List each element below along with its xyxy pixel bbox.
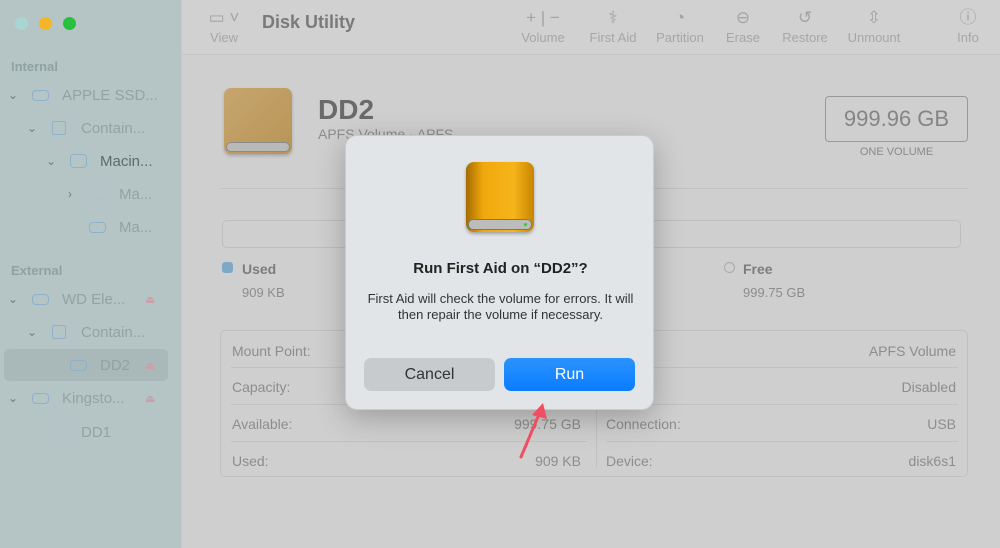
eject-icon[interactable]: ⏏ (145, 392, 155, 405)
info-value: Disabled (901, 379, 956, 395)
view-label: View (210, 30, 238, 45)
drive-icon (32, 392, 49, 404)
used-swatch (222, 262, 233, 273)
unmount-button[interactable]: ⇳ Unmount (844, 8, 904, 45)
drive-image-icon (466, 162, 534, 232)
sidebar-item-apple-ssd[interactable]: ⌄ APPLE SSD... (0, 84, 182, 106)
info-key: Device: (606, 453, 653, 469)
toolbar: ▭ ˅ View Disk Utility + | − Volume ⚕ First … (182, 0, 1000, 55)
partition-button[interactable]: ◔ Partition (652, 8, 708, 45)
sidebar: Internal ⌄ APPLE SSD... ⌄ Contain... ⌄ Maci… (0, 0, 182, 548)
sidebar-item-label: Ma... (119, 218, 153, 236)
info-value: APFS Volume (868, 343, 956, 359)
sidebar-item-container[interactable]: ⌄ Contain... (0, 117, 182, 139)
sidebar-toggle-icon: ▭ ˅ (208, 8, 240, 27)
chevron-down-icon[interactable]: ⌄ (7, 391, 19, 405)
sidebar-item-label: Macin... (100, 152, 153, 170)
size-caption: ONE VOLUME (859, 146, 934, 158)
free-label: Free (743, 261, 773, 277)
first-aid-button[interactable]: ⚕ First Aid (584, 8, 642, 45)
section-external: External (11, 263, 63, 278)
chevron-down-icon[interactable]: ⌄ (26, 121, 38, 135)
chevron-right-icon[interactable]: › (64, 187, 76, 201)
restore-icon: ↺ (797, 8, 813, 27)
sidebar-item-label: Contain... (81, 323, 146, 341)
stethoscope-icon: ⚕ (608, 8, 618, 27)
window-title: Disk Utility (262, 12, 356, 32)
used-value: 909 KB (242, 285, 285, 300)
drive-icon (89, 188, 106, 200)
cancel-button[interactable]: Cancel (364, 358, 495, 391)
annotation-arrow-icon (519, 403, 547, 459)
chevron-down-icon[interactable]: ⌄ (26, 325, 38, 339)
sidebar-item-wd-elements[interactable]: ⌄ WD Ele... ⏏ (0, 288, 182, 310)
eject-icon[interactable]: ⏏ (145, 359, 155, 372)
info-value: disk6s1 (908, 453, 956, 469)
drive-icon (51, 426, 68, 438)
sidebar-item-dd2[interactable]: DD2 ⏏ (0, 354, 182, 376)
run-button[interactable]: Run (504, 358, 635, 391)
chevron-down-icon[interactable]: ⌄ (7, 88, 19, 102)
volume-label: Volume (521, 30, 565, 45)
erase-label: Erase (726, 30, 760, 45)
zoom-button[interactable] (63, 17, 76, 30)
sidebar-item-ma-1[interactable]: › Ma... (0, 183, 182, 205)
volume-button[interactable]: + | − Volume (518, 8, 568, 45)
used-label: Used (242, 261, 277, 277)
sidebar-item-kingston[interactable]: ⌄ Kingsto... ⏏ (0, 387, 182, 409)
info-value: USB (927, 416, 956, 432)
section-internal: Internal (11, 59, 58, 74)
layers-icon (70, 154, 87, 168)
sidebar-item-label: WD Ele... (62, 290, 126, 308)
sidebar-item-ma-2[interactable]: Ma... (0, 216, 182, 238)
drive-icon (89, 221, 106, 233)
pie-chart-icon: ◔ (674, 8, 686, 27)
sidebar-item-macintosh[interactable]: ⌄ Macin... (0, 150, 182, 172)
sidebar-item-label: DD2 (100, 356, 131, 374)
restore-button[interactable]: ↺ Restore (779, 8, 831, 45)
info-key: Mount Point: (232, 343, 311, 359)
close-button[interactable] (15, 17, 28, 30)
eject-icon[interactable]: ⏏ (145, 293, 155, 306)
sidebar-item-dd1[interactable]: DD1 (0, 421, 182, 443)
sidebar-item-container-ext[interactable]: ⌄ Contain... (0, 321, 182, 343)
minimize-button[interactable] (39, 17, 52, 30)
erase-icon: ⊖ (735, 8, 751, 27)
drive-image-icon (224, 88, 292, 154)
container-icon (52, 325, 66, 339)
view-button[interactable]: ▭ ˅ View (204, 8, 244, 45)
info-button[interactable]: ⓘ Info (952, 8, 984, 45)
dialog-message: First Aid will check the volume for erro… (367, 291, 634, 322)
chevron-down-icon[interactable]: ⌄ (45, 154, 57, 168)
unmount-icon: ⇳ (866, 8, 882, 27)
volume-size: 999.96 GB (825, 96, 968, 142)
free-swatch (724, 262, 735, 273)
drive-icon (70, 359, 87, 371)
info-icon: ⓘ (959, 8, 977, 27)
free-value: 999.75 GB (743, 285, 806, 300)
dialog-title: Run First Aid on “DD2”? (413, 260, 588, 277)
first-aid-label: First Aid (589, 30, 637, 45)
container-icon (52, 121, 66, 135)
unmount-label: Unmount (847, 30, 901, 45)
volume-name: DD2 (318, 94, 375, 125)
sidebar-item-label: Kingsto... (62, 389, 125, 407)
drive-icon (32, 89, 49, 101)
info-key: Connection: (606, 416, 681, 432)
info-key: Available: (232, 416, 293, 432)
first-aid-dialog: Run First Aid on “DD2”? First Aid will c… (345, 135, 654, 410)
info-label: Info (957, 30, 979, 45)
sidebar-item-label: DD1 (81, 423, 112, 441)
sidebar-item-label: Contain... (81, 119, 146, 137)
info-key: Used: (232, 453, 269, 469)
partition-label: Partition (656, 30, 704, 45)
erase-button[interactable]: ⊖ Erase (722, 8, 764, 45)
restore-label: Restore (782, 30, 828, 45)
plus-minus-icon: + | − (526, 8, 560, 27)
sidebar-item-label: Ma... (119, 185, 153, 203)
info-key: Capacity: (232, 379, 291, 395)
drive-icon (32, 293, 49, 305)
sidebar-item-label: APPLE SSD... (62, 86, 158, 104)
chevron-down-icon[interactable]: ⌄ (7, 292, 19, 306)
